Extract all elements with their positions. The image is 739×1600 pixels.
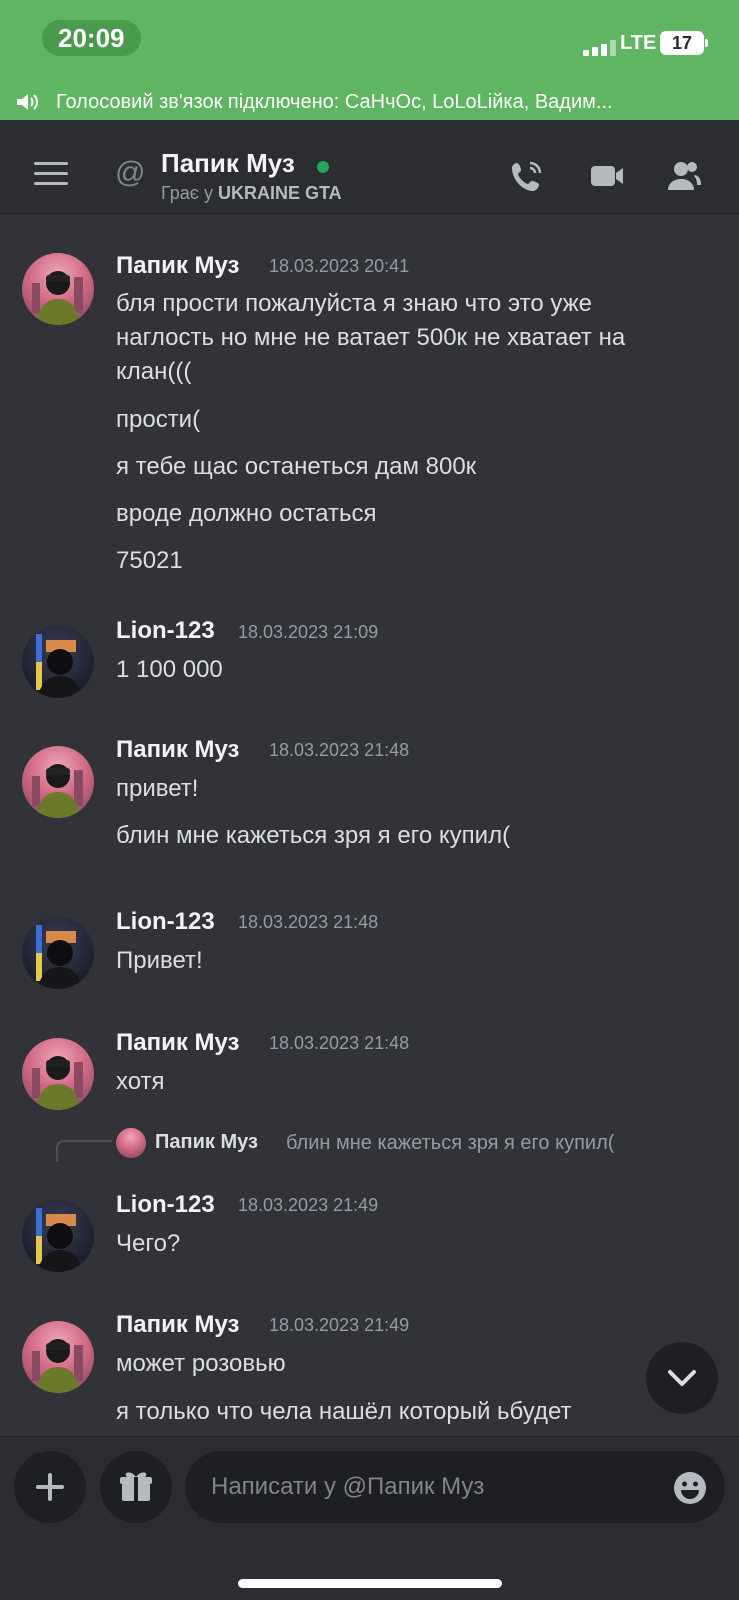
avatar[interactable] [22,1200,94,1272]
message-author[interactable]: Папик Муз [116,252,239,280]
message-text: Чего? [116,1230,181,1257]
message-text: я только что чела нашёл который ьбудет [116,1398,572,1425]
message-author[interactable]: Lion-123 [116,617,215,645]
online-status-icon [317,161,329,173]
emoji-icon[interactable] [673,1471,707,1505]
message-text: хотя [116,1068,165,1095]
message-text: может розовью [116,1350,286,1377]
reply-preview-text[interactable]: блин мне кажеться зря я его купил( [286,1132,614,1155]
message-timestamp: 18.03.2023 20:41 [269,256,410,276]
avatar[interactable] [22,1321,94,1393]
members-icon[interactable] [666,158,702,194]
gift-button[interactable] [100,1451,172,1523]
avatar[interactable] [22,626,94,698]
phone-call-icon[interactable] [509,158,545,194]
plus-icon [36,1473,64,1501]
reply-author[interactable]: Папик Муз [155,1131,258,1154]
message-timestamp: 18.03.2023 21:48 [269,740,410,760]
message-text: бля прости пожалуйста я знаю что это уже [116,290,593,317]
message-author[interactable]: Папик Муз [116,1029,239,1057]
message-author[interactable]: Папик Муз [116,1311,239,1339]
message-text: я тебе щас останеться дам 800к [116,453,477,480]
message-timestamp: 18.03.2023 21:49 [269,1315,410,1335]
channel-header: @ Папик Муз Грає у UKRAINE GTA [0,120,739,214]
message-text: клан((( [116,358,192,385]
network-type: LTE [620,32,657,54]
message-text: блин мне кажеться зря я его купил( [116,822,511,849]
message-timestamp: 18.03.2023 21:48 [269,1033,410,1053]
battery-indicator: 17 [660,31,708,55]
reply-connector [56,1140,112,1162]
chevron-down-icon [668,1370,696,1386]
message-composer: Написати у @Папик Муз [0,1436,739,1600]
avatar[interactable] [22,1038,94,1110]
message-text: Привет! [116,947,203,974]
message-timestamp: 18.03.2023 21:49 [238,1195,379,1215]
message-author[interactable]: Lion-123 [116,1191,215,1219]
status-bar: 20:09 LTE 17 [0,0,739,84]
message-text: вроде должно остаться [116,500,377,527]
message-text: привет! [116,775,199,802]
avatar[interactable] [22,917,94,989]
at-icon: @ [115,156,146,189]
header-activity: Грає у UKRAINE GTA [161,183,342,204]
message-author[interactable]: Папик Муз [116,736,239,764]
message-timestamp: 18.03.2023 21:48 [238,912,379,932]
message-text: 75021 [116,547,183,574]
jump-to-bottom-button[interactable] [646,1342,718,1414]
reply-avatar [116,1128,146,1158]
hamburger-icon[interactable] [34,162,68,186]
add-attachment-button[interactable] [14,1451,86,1523]
avatar[interactable] [22,746,94,818]
message-feed[interactable]: Папик Муз 18.03.2023 20:41 бля прости по… [0,214,739,1436]
video-camera-icon[interactable] [589,158,625,194]
voice-connected-banner[interactable]: Голосовий зв'язок підключено: СаНчОс, Lo… [0,84,739,120]
gift-icon [120,1472,152,1501]
signal-icon [583,40,623,56]
message-text: прости( [116,406,201,433]
message-text: 1 100 000 [116,656,223,683]
message-timestamp: 18.03.2023 21:09 [238,622,379,642]
home-indicator[interactable] [238,1579,502,1588]
header-username[interactable]: Папик Муз [161,148,295,179]
message-author[interactable]: Lion-123 [116,908,215,936]
message-input[interactable]: Написати у @Папик Муз [185,1451,725,1523]
status-time: 20:09 [42,20,141,56]
message-input-placeholder: Написати у @Папик Муз [211,1473,485,1500]
activity-game: UKRAINE GTA [217,183,342,203]
activity-prefix: Грає у [161,183,218,203]
message-text: наглость но мне не ватает 500к не хватае… [116,324,626,351]
speaker-icon [17,94,38,110]
voice-banner-text: Голосовий зв'язок підключено: СаНчОс, Lo… [56,91,613,113]
avatar[interactable] [22,253,94,325]
